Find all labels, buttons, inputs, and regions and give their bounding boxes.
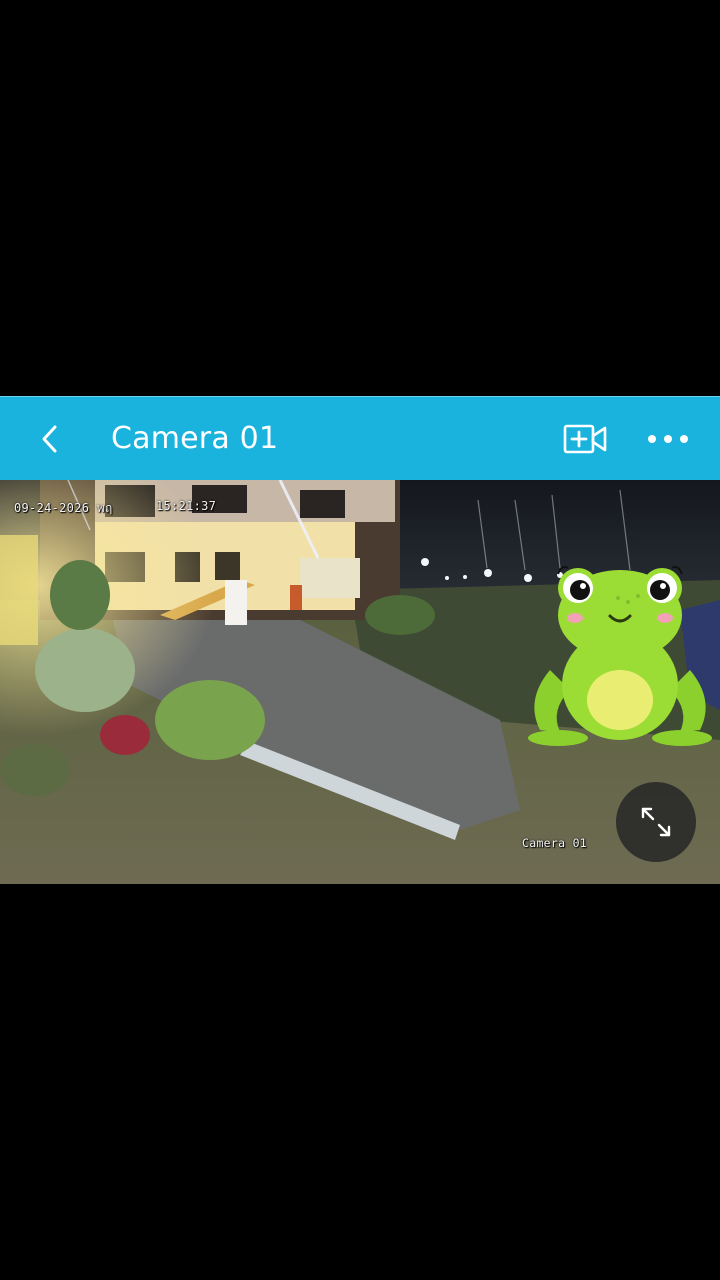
app-bar: Camera 01 xyxy=(0,396,720,480)
expand-icon xyxy=(641,807,671,837)
chevron-left-icon xyxy=(42,425,57,453)
fullscreen-button[interactable] xyxy=(616,782,696,862)
video-add-icon xyxy=(563,424,607,454)
bottom-letterbox xyxy=(0,884,720,1280)
osd-date: 09-24-2026 พฤ xyxy=(14,501,113,515)
osd-time: 15:21:37 xyxy=(156,499,217,513)
more-horizontal-icon xyxy=(648,435,688,443)
osd-camera-name: Camera 01 xyxy=(522,836,588,850)
page-title: Camera 01 xyxy=(111,421,279,456)
screen: Camera 01 09-24-2026 พฤ 15:21:37 Camera … xyxy=(0,0,720,1280)
add-video-button[interactable] xyxy=(561,417,609,461)
camera-video-feed[interactable]: 09-24-2026 พฤ 15:21:37 Camera 01 xyxy=(0,480,720,884)
top-letterbox xyxy=(0,0,720,396)
back-button[interactable] xyxy=(28,417,72,461)
frog-sticker xyxy=(528,565,712,746)
more-options-button[interactable] xyxy=(644,417,692,461)
